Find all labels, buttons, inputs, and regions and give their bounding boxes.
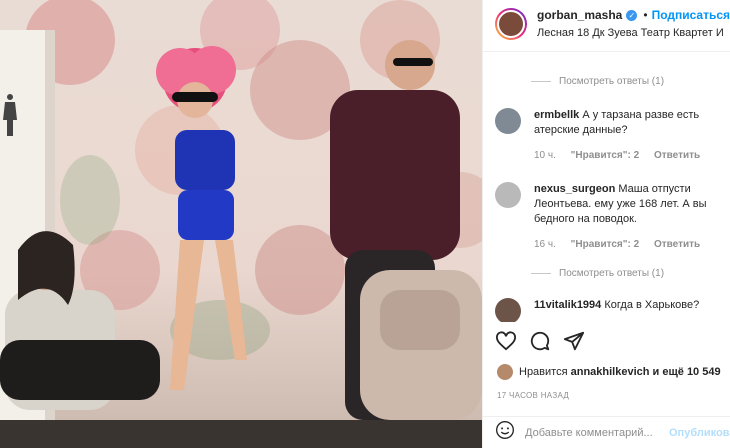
comment-time[interactable]: 16 ч. <box>534 239 556 250</box>
comment-item: 11vitalik1994 Когда в Харькове? <box>495 298 727 322</box>
post-header: gorban_masha ✓ • Подписаться Лесная 18 Д… <box>483 0 730 52</box>
comment-item: nexus_surgeon Маша отпусти Леонтьева. ем… <box>495 182 727 252</box>
comment-meta: 16 ч. "Нравится": 2 Ответить <box>534 237 727 252</box>
view-replies-label: Посмотреть ответы (1) <box>559 268 665 279</box>
likes-prefix: Нравится <box>519 366 568 378</box>
liker-username[interactable]: annakhilkevich <box>571 366 650 378</box>
header-row: gorban_masha ✓ • Подписаться <box>537 8 730 22</box>
comment-body: ermbellk А у тарзана разве есть атерские… <box>534 108 727 163</box>
instagram-post: gorban_masha ✓ • Подписаться Лесная 18 Д… <box>0 0 730 448</box>
post-timestamp[interactable]: 17 ЧАСОВ НАЗАД <box>497 391 569 400</box>
commenter-avatar[interactable] <box>495 108 521 134</box>
publish-button[interactable]: Опубликовать <box>669 427 730 439</box>
emoji-icon[interactable] <box>495 420 515 445</box>
commenter-avatar[interactable] <box>495 298 521 322</box>
add-comment-bar: Опубликовать <box>483 416 730 448</box>
post-photo[interactable] <box>0 0 482 448</box>
comment-item: ermbellk А у тарзана разве есть атерские… <box>495 108 727 163</box>
likes-summary: Нравится annakhilkevich и ещё 10 549 <box>497 364 721 380</box>
comment-body: 11vitalik1994 Когда в Харькове? <box>534 298 699 322</box>
likes-count[interactable]: и ещё 10 549 <box>653 366 721 378</box>
reply-button[interactable]: Ответить <box>654 150 700 161</box>
comment-likes[interactable]: "Нравится": 2 <box>571 150 640 161</box>
author-avatar[interactable] <box>495 8 527 40</box>
comment-time[interactable]: 10 ч. <box>534 150 556 161</box>
comment-likes[interactable]: "Нравится": 2 <box>571 239 640 250</box>
commenter-avatar[interactable] <box>495 182 521 208</box>
view-replies-button[interactable]: Посмотреть ответы (1) <box>531 268 664 279</box>
liker-avatar[interactable] <box>497 364 513 380</box>
comment-icon[interactable] <box>529 330 551 352</box>
commenter-username[interactable]: nexus_surgeon <box>534 183 615 195</box>
follow-button[interactable]: Подписаться <box>652 8 730 22</box>
comment-meta: 10 ч. "Нравится": 2 Ответить <box>534 148 727 163</box>
commenter-username[interactable]: ermbellk <box>534 109 579 121</box>
commenter-username[interactable]: 11vitalik1994 <box>534 299 601 311</box>
stage-scene-image <box>0 0 482 448</box>
post-sidebar: gorban_masha ✓ • Подписаться Лесная 18 Д… <box>482 0 730 448</box>
separator-dot: • <box>643 8 648 22</box>
replies-divider <box>531 81 551 82</box>
avatar <box>497 10 525 38</box>
reply-button[interactable]: Ответить <box>654 239 700 250</box>
comment-input[interactable] <box>525 426 665 439</box>
location-link[interactable]: Лесная 18 Дк Зуева Театр Квартет И <box>537 27 730 39</box>
replies-divider <box>531 273 551 274</box>
share-icon[interactable] <box>563 330 585 352</box>
heart-icon[interactable] <box>495 331 517 351</box>
post-actions <box>495 330 585 352</box>
view-replies-button[interactable]: Посмотреть ответы (1) <box>531 76 664 87</box>
comments-list: Посмотреть ответы (1) ermbellk А у тарза… <box>483 52 730 322</box>
comment-text: Когда в Харькове? <box>604 299 700 311</box>
view-replies-label: Посмотреть ответы (1) <box>559 76 665 87</box>
header-text: gorban_masha ✓ • Подписаться Лесная 18 Д… <box>537 8 730 39</box>
verified-icon: ✓ <box>626 9 638 21</box>
author-username[interactable]: gorban_masha <box>537 8 622 22</box>
comment-body: nexus_surgeon Маша отпусти Леонтьева. ем… <box>534 182 727 252</box>
